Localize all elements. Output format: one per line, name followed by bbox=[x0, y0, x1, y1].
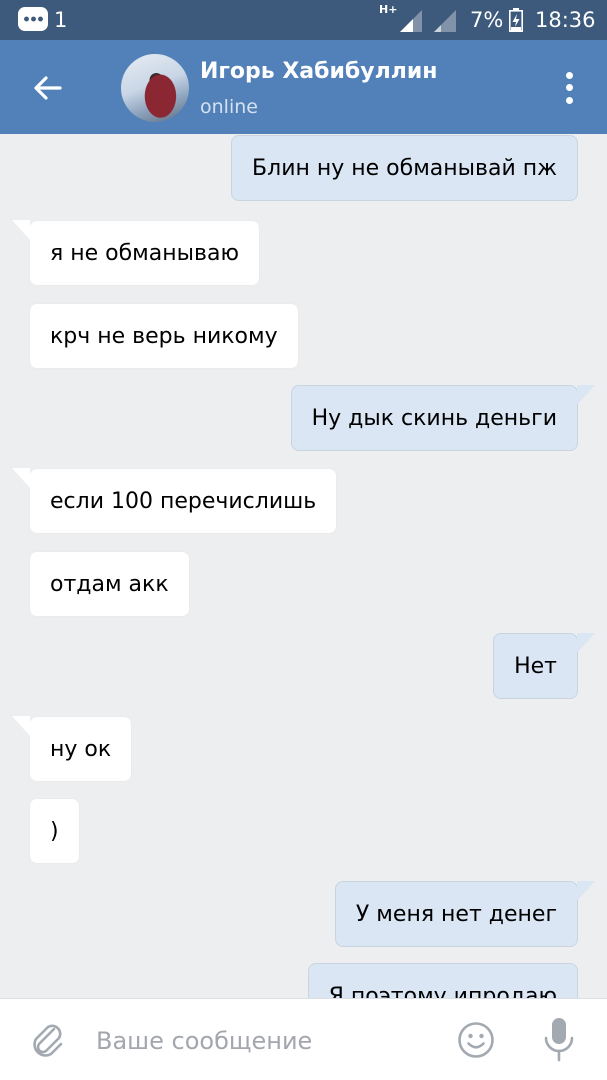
status-bar: 1 H+ 7% 18:36 bbox=[0, 0, 607, 40]
message-list[interactable]: Блин ну не обманывай пж я не обманываю к… bbox=[0, 134, 607, 998]
arrow-left-icon[interactable] bbox=[28, 68, 68, 108]
paperclip-icon[interactable] bbox=[28, 1019, 68, 1061]
contact-name[interactable]: Игорь Хабибуллин bbox=[200, 59, 437, 84]
more-vertical-icon[interactable] bbox=[560, 70, 580, 106]
battery-percent: 7% bbox=[470, 8, 504, 32]
signal-icon-sim2 bbox=[434, 10, 456, 32]
signal-icon bbox=[400, 10, 422, 32]
message-outgoing[interactable]: У меня нет денег bbox=[334, 881, 596, 947]
message-incoming[interactable]: если 100 перечислишь bbox=[11, 468, 338, 534]
message-incoming[interactable]: крч не верь никому bbox=[29, 303, 299, 369]
message-outgoing[interactable]: Ну дык скинь деньги bbox=[290, 385, 596, 451]
contact-status: online bbox=[200, 96, 258, 118]
message-composer bbox=[0, 998, 607, 1080]
message-outgoing[interactable]: Я поэтому ипродаю bbox=[307, 963, 578, 998]
message-incoming[interactable]: отдам акк bbox=[29, 551, 190, 617]
clock: 18:36 bbox=[535, 8, 596, 32]
notification-count: 1 bbox=[54, 8, 68, 32]
message-outgoing[interactable]: Блин ну не обманывай пж bbox=[231, 135, 578, 201]
chat-notification-icon bbox=[18, 7, 48, 31]
smile-icon[interactable] bbox=[456, 1020, 496, 1060]
network-type: H+ bbox=[379, 3, 398, 16]
message-incoming[interactable]: я не обманываю bbox=[12, 220, 260, 286]
message-incoming[interactable]: ) bbox=[29, 798, 80, 864]
microphone-icon[interactable] bbox=[542, 1016, 576, 1064]
message-outgoing[interactable]: Нет bbox=[493, 633, 595, 699]
message-incoming[interactable]: ну ок bbox=[11, 716, 133, 782]
battery-charging-icon bbox=[509, 8, 523, 32]
message-input[interactable] bbox=[96, 1021, 426, 1061]
chat-header: Игорь Хабибуллин online bbox=[0, 40, 607, 134]
avatar[interactable] bbox=[121, 54, 189, 122]
